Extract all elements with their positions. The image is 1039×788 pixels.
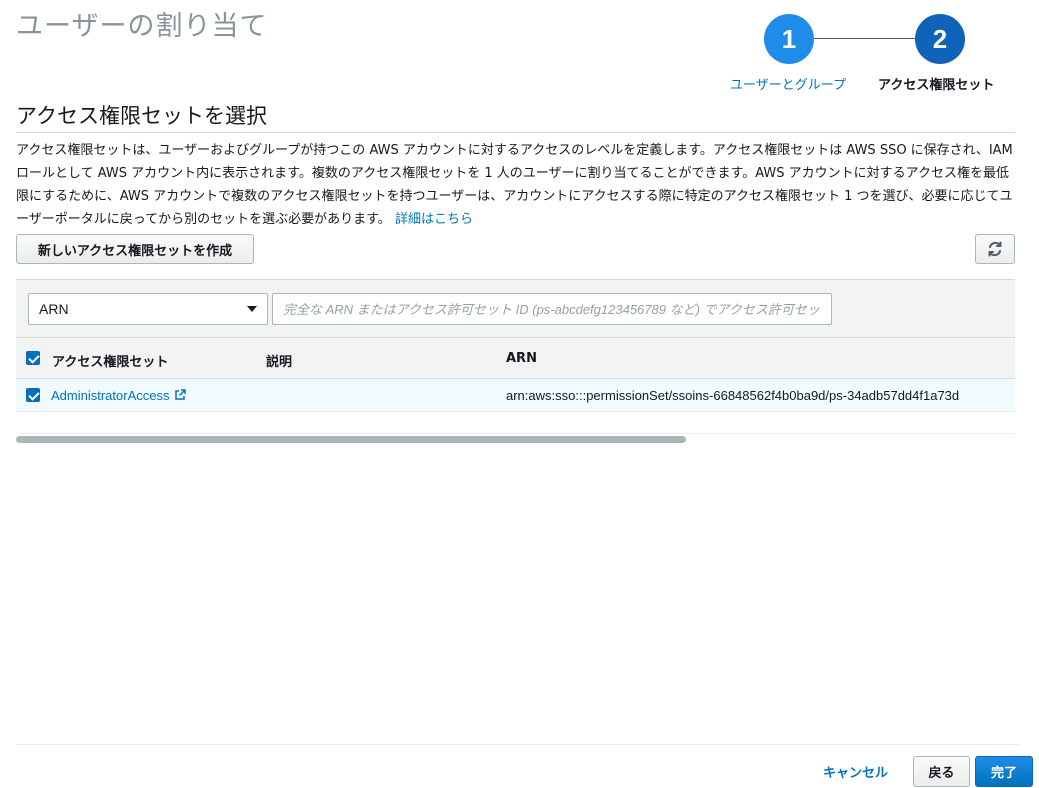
- create-permission-set-button[interactable]: 新しいアクセス権限セットを作成: [16, 234, 254, 264]
- step-1-label[interactable]: ユーザーとグループ: [730, 74, 846, 93]
- table-row[interactable]: AdministratorAccess arn:aws:sso:::permis…: [16, 379, 1015, 412]
- footer-divider: [16, 744, 1019, 745]
- refresh-button[interactable]: [975, 234, 1015, 264]
- section-title: アクセス権限セットを選択: [16, 104, 267, 128]
- section-description: アクセス権限セットは、ユーザーおよびグループが持つこの AWS アカウントに対す…: [16, 139, 1018, 231]
- step-connector: [814, 38, 916, 39]
- permission-set-table: ARN アクセス権限セット 説明 ARN AdministratorAccess…: [16, 279, 1015, 449]
- column-header-arn[interactable]: ARN: [506, 351, 537, 366]
- permission-set-name: AdministratorAccess: [51, 388, 170, 403]
- description-text: アクセス権限セットは、ユーザーおよびグループが持つこの AWS アカウントに対す…: [16, 143, 1013, 227]
- learn-more-link[interactable]: 詳細はこちら: [395, 212, 473, 227]
- permission-set-link[interactable]: AdministratorAccess: [51, 388, 187, 403]
- horizontal-scrollbar[interactable]: [16, 433, 1015, 443]
- page-title: ユーザーの割り当て: [16, 11, 268, 42]
- step-1-circle[interactable]: 1: [764, 14, 814, 64]
- step-2-label: アクセス権限セット: [878, 78, 995, 93]
- refresh-icon: [988, 241, 1002, 257]
- section-divider: [16, 132, 1015, 133]
- filter-attribute-value: ARN: [39, 301, 69, 317]
- filter-attribute-select[interactable]: ARN: [28, 293, 268, 325]
- scrollbar-thumb[interactable]: [16, 436, 686, 443]
- column-header-description[interactable]: 説明: [266, 351, 292, 370]
- filter-bar: ARN: [16, 279, 1015, 337]
- row-checkbox[interactable]: [26, 388, 40, 402]
- back-button[interactable]: 戻る: [913, 756, 970, 787]
- permission-set-arn: arn:aws:sso:::permissionSet/ssoins-66848…: [506, 388, 960, 403]
- chevron-down-icon: [247, 306, 257, 312]
- cancel-link[interactable]: キャンセル: [823, 762, 888, 781]
- step-2-circle: 2: [915, 14, 965, 64]
- filter-search-input[interactable]: [272, 293, 832, 325]
- wizard-stepper: 1 2 ユーザーとグループ アクセス権限セット: [722, 14, 1022, 94]
- table-header: アクセス権限セット 説明 ARN: [16, 337, 1015, 379]
- finish-button[interactable]: 完了: [975, 756, 1033, 787]
- select-all-checkbox[interactable]: [26, 351, 40, 365]
- external-link-icon: [175, 389, 187, 400]
- column-header-name[interactable]: アクセス権限セット: [52, 351, 168, 370]
